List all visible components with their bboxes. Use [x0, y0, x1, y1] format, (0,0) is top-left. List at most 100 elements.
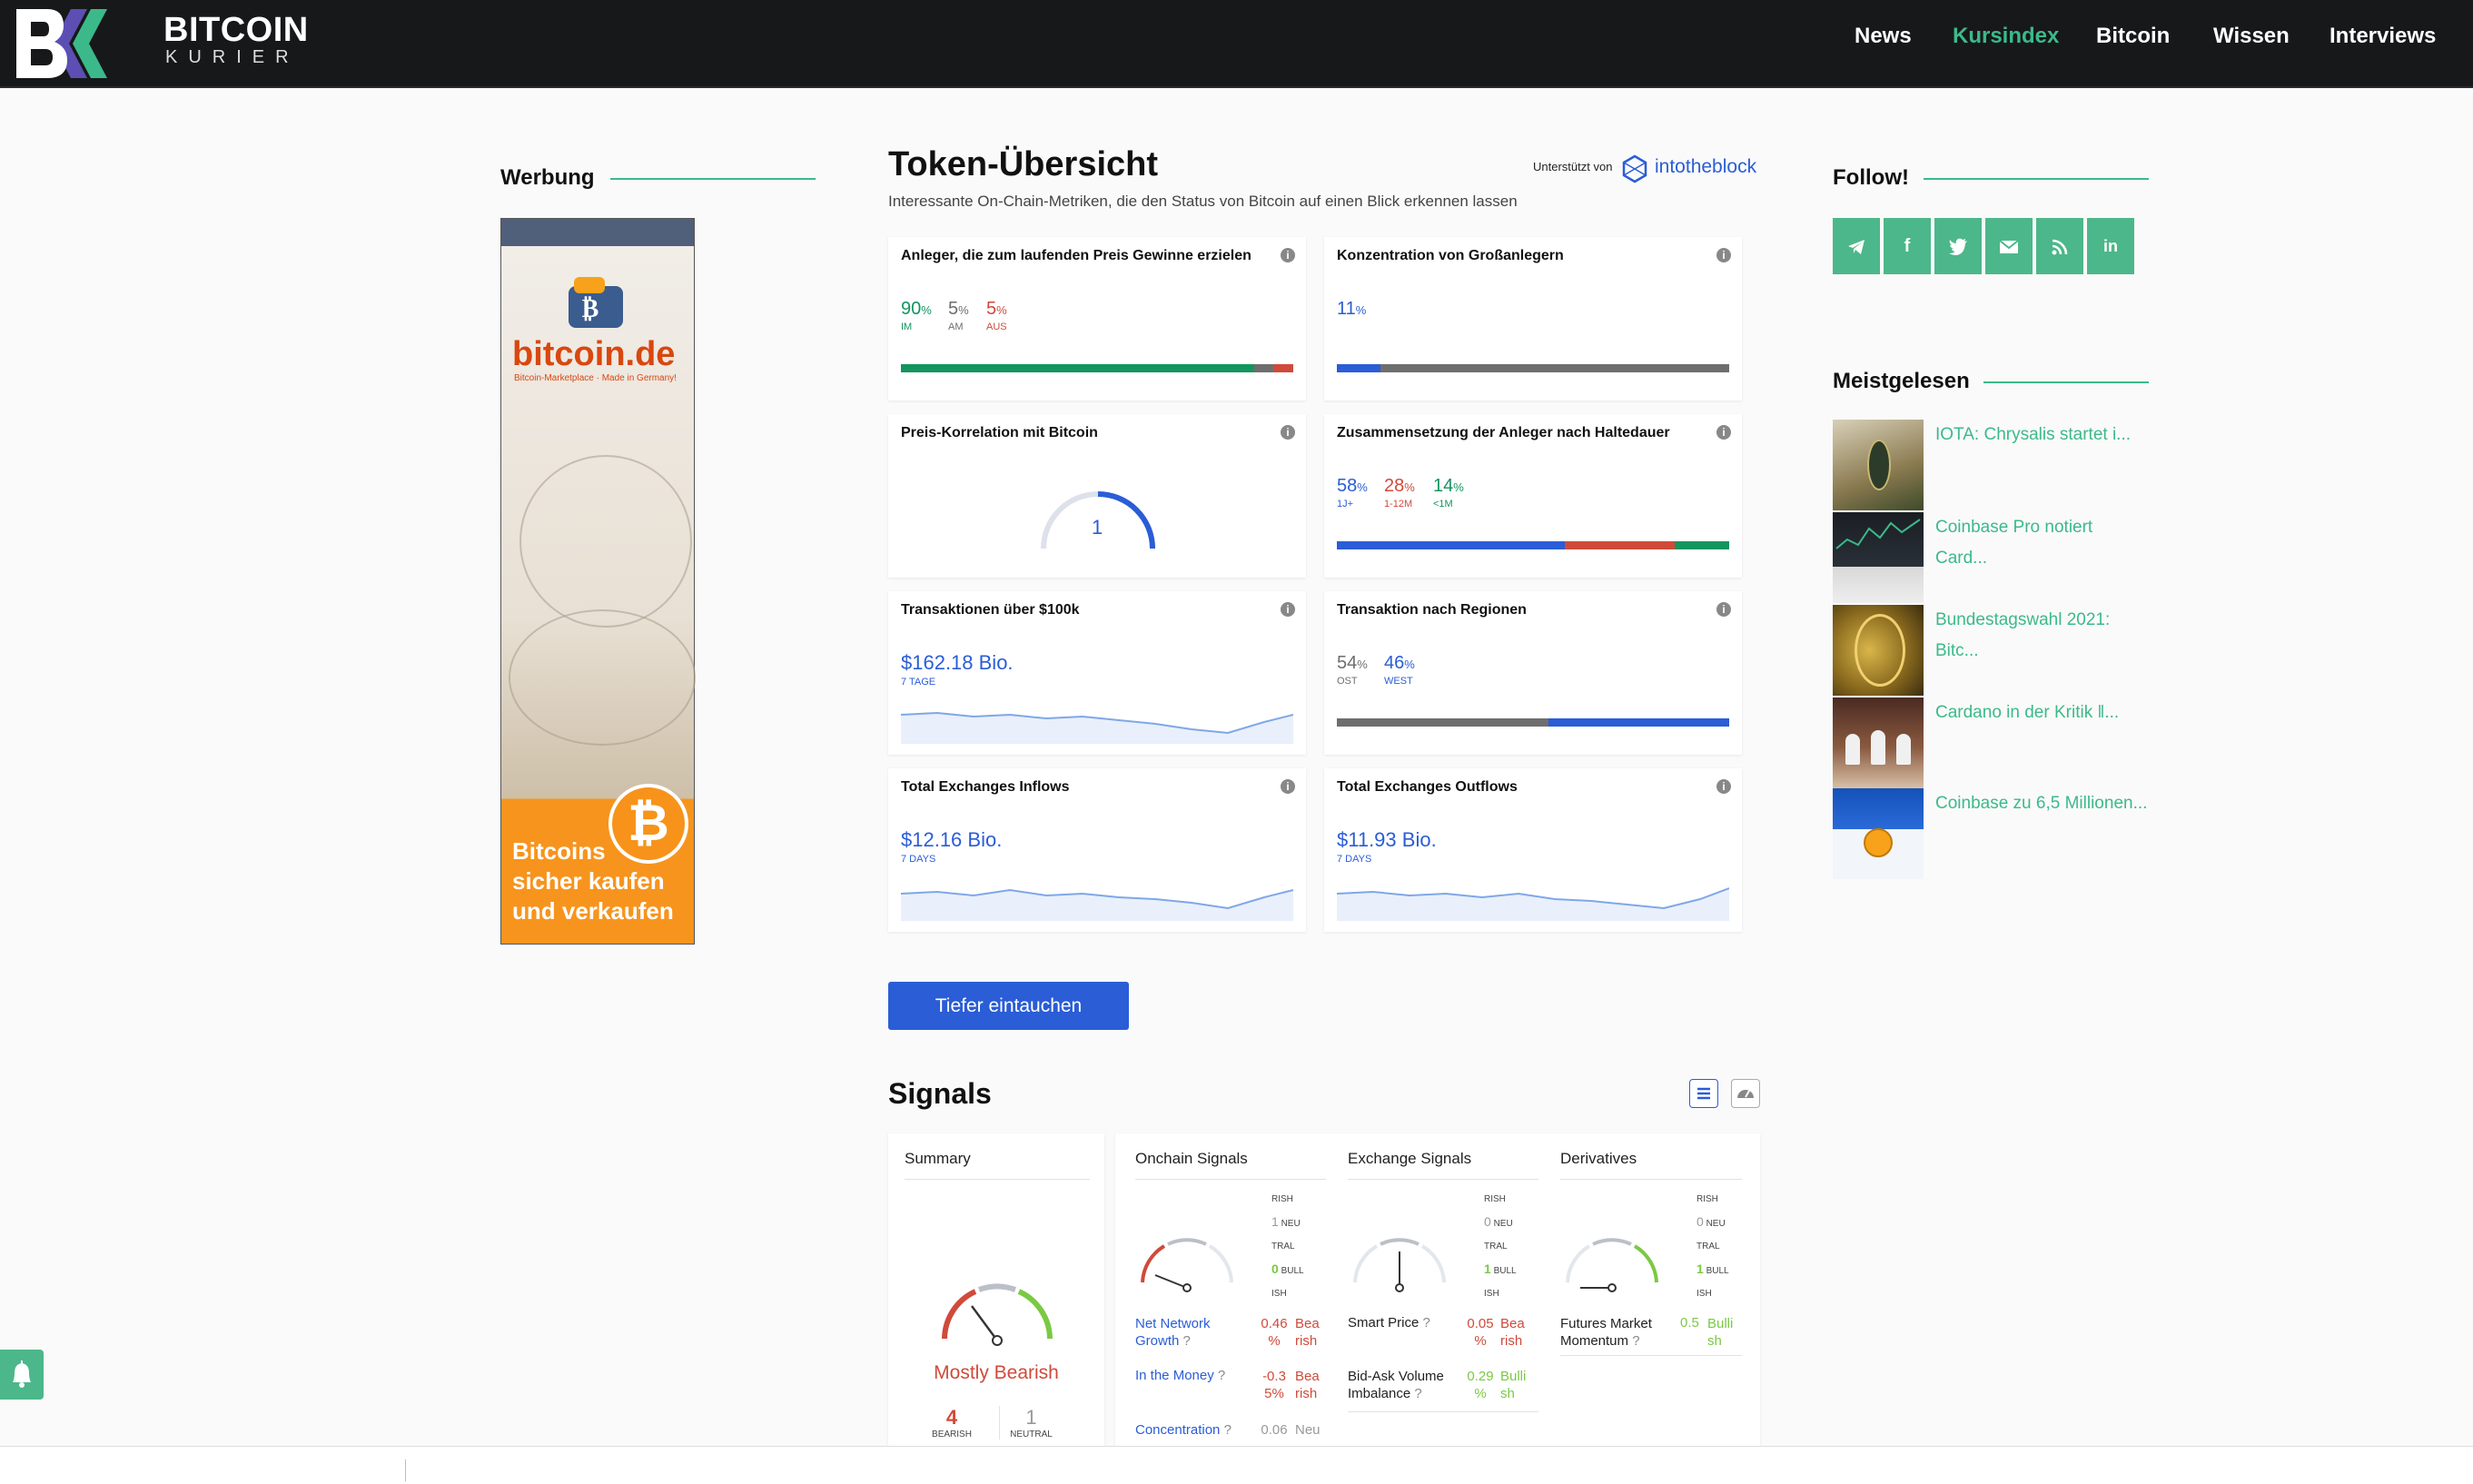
- facebook-icon: f: [1904, 236, 1911, 256]
- smart-price-signal: Bea rish: [1500, 1316, 1525, 1349]
- net-network-growth-signal: Bea rish: [1295, 1316, 1320, 1349]
- info-icon[interactable]: i: [1716, 779, 1731, 794]
- most-read-item[interactable]: Coinbase Pro notiert Card...: [1935, 512, 2153, 574]
- summary-gauge: [942, 1283, 1053, 1346]
- divider: [1348, 1411, 1538, 1412]
- info-icon[interactable]: i: [1281, 602, 1295, 617]
- chrysalis-graphic: [1867, 440, 1891, 490]
- most-read-item[interactable]: Cardano in der Kritik ‖...: [1935, 697, 2153, 728]
- divider: [905, 1179, 1090, 1180]
- stat-east: 54% OST: [1337, 653, 1368, 687]
- whales-bar: [1337, 364, 1729, 372]
- most-read-thumbnail[interactable]: [1833, 697, 1924, 788]
- ad-heading: Werbung: [500, 165, 595, 190]
- stat-west: 46% WEST: [1384, 653, 1415, 687]
- facebook-button[interactable]: f: [1884, 218, 1931, 274]
- bell-icon: [13, 1360, 31, 1388]
- partner-name[interactable]: intotheblock: [1655, 156, 1756, 178]
- most-read-thumbnail[interactable]: [1833, 420, 1924, 510]
- card-title: Preis-Korrelation mit Bitcoin: [901, 425, 1098, 440]
- info-icon[interactable]: i: [1281, 248, 1295, 262]
- ad-banner[interactable]: ₿ bitcoin.de Bitcoin-Marketplace · Made …: [500, 218, 696, 945]
- futures-momentum-signal: Bulli sh: [1707, 1316, 1734, 1349]
- notification-bell-button[interactable]: [0, 1350, 44, 1400]
- nav-bitcoin[interactable]: Bitcoin: [2096, 24, 2170, 49]
- signal-concentration[interactable]: Concentration ?: [1135, 1422, 1232, 1438]
- twitter-button[interactable]: [1934, 218, 1982, 274]
- info-icon[interactable]: i: [1281, 779, 1295, 794]
- follow-heading: Follow!: [1833, 165, 1909, 190]
- outflows-value: $11.93 Bio.: [1337, 828, 1437, 851]
- coin-graphic: [509, 609, 696, 746]
- nav-wissen[interactable]: Wissen: [2213, 24, 2290, 49]
- large-tx-value: $162.18 Bio.: [901, 651, 1014, 674]
- divider: [405, 1459, 406, 1481]
- most-read-thumbnail[interactable]: [1833, 512, 1924, 603]
- concentration-signal: Neu: [1295, 1422, 1321, 1438]
- card-title: Total Exchanges Inflows: [901, 779, 1070, 795]
- wallet-icon: ₿: [569, 277, 623, 328]
- telegram-icon: [1848, 239, 1865, 254]
- bitcoin-kurier-logo[interactable]: [16, 5, 143, 82]
- most-read-thumbnail[interactable]: [1833, 788, 1924, 879]
- mail-button[interactable]: [1985, 218, 2033, 274]
- signals-title: Signals: [888, 1077, 992, 1110]
- card-title: Transaktionen über $100k: [901, 602, 1080, 618]
- rss-icon: [2052, 239, 2068, 255]
- most-read-item[interactable]: IOTA: Chrysalis startet i...: [1935, 420, 2153, 450]
- outflows-period: 7 DAYS: [1337, 854, 1372, 865]
- coin-graphic: [519, 455, 692, 628]
- gauge-view-button[interactable]: [1731, 1079, 1760, 1108]
- correlation-value: 1: [1092, 516, 1103, 539]
- card-regions: Transaktion nach Regionen i 54% OST 46% WE…: [1324, 591, 1742, 755]
- most-read-thumbnail[interactable]: [1833, 605, 1924, 696]
- info-icon[interactable]: i: [1281, 425, 1295, 440]
- signals-summary-panel: Summary Mostly Bearish 4 BEARISH 1 NEUTR…: [888, 1133, 1104, 1446]
- telegram-button[interactable]: [1833, 218, 1880, 274]
- nav-kursindex[interactable]: Kursindex: [1953, 24, 2059, 49]
- bid-ask-signal: Bulli sh: [1500, 1369, 1527, 1401]
- dive-deeper-button[interactable]: Tiefer eintauchen: [888, 982, 1129, 1030]
- card-gains: Anleger, die zum laufenden Preis Gewinne…: [888, 237, 1306, 401]
- rss-button[interactable]: [2036, 218, 2083, 274]
- card-whales: Konzentration von Großanlegern i 11%: [1324, 237, 1742, 401]
- info-icon[interactable]: i: [1716, 425, 1731, 440]
- stat-whale-concentration: 11%: [1337, 299, 1367, 319]
- summary-verdict: Mostly Bearish: [934, 1362, 1059, 1383]
- card-inflows: Total Exchanges Inflows i $12.16 Bio. 7 …: [888, 768, 1306, 932]
- stat-cruisers: 28% 1-12M: [1384, 476, 1415, 510]
- divider: [1348, 1179, 1538, 1180]
- top-header: BITCOIN KURIER News Kursindex Bitcoin Wi…: [0, 0, 2473, 88]
- signal-net-network-growth[interactable]: Net Network Growth ?: [1135, 1315, 1211, 1350]
- signal-futures-momentum[interactable]: Futures Market Momentum ?: [1560, 1315, 1652, 1350]
- onchain-heading: Onchain Signals: [1135, 1150, 1248, 1167]
- signal-bid-ask-imbalance[interactable]: Bid-Ask Volume Imbalance ?: [1348, 1368, 1444, 1402]
- card-title: Anleger, die zum laufenden Preis Gewinne…: [901, 248, 1251, 263]
- stat-traders: 14% <1M: [1433, 476, 1464, 510]
- large-tx-sparkline: [901, 711, 1293, 744]
- most-read-heading-line: [1983, 381, 2149, 383]
- linkedin-icon: in: [2103, 237, 2118, 255]
- most-read-item[interactable]: Coinbase zu 6,5 Millionen...: [1935, 788, 2153, 819]
- info-icon[interactable]: i: [1716, 248, 1731, 262]
- nav-interviews[interactable]: Interviews: [2330, 24, 2436, 49]
- bearish-count: 4 BEARISH: [932, 1406, 972, 1439]
- list-view-button[interactable]: [1689, 1079, 1718, 1108]
- card-large-transactions: Transaktionen über $100k i $162.18 Bio. …: [888, 591, 1306, 755]
- card-title: Zusammensetzung der Anleger nach Halteda…: [1337, 425, 1670, 440]
- signal-in-the-money[interactable]: In the Money ?: [1135, 1368, 1225, 1383]
- ad-brand: bitcoin.de: [512, 335, 676, 373]
- exchange-heading: Exchange Signals: [1348, 1150, 1472, 1167]
- nav-news[interactable]: News: [1855, 24, 1912, 49]
- stat-at-money: 5% AM: [948, 299, 969, 332]
- chart-graphic: [1835, 519, 1921, 549]
- linkedin-button[interactable]: in: [2087, 218, 2134, 274]
- info-icon[interactable]: i: [1716, 602, 1731, 617]
- regions-bar: [1337, 718, 1729, 727]
- most-read-item[interactable]: Bundestagswahl 2021: Bitc...: [1935, 605, 2153, 667]
- ad-top-strip: [501, 219, 694, 246]
- card-title: Konzentration von Großanlegern: [1337, 248, 1564, 263]
- signal-smart-price[interactable]: Smart Price ?: [1348, 1315, 1430, 1331]
- derivatives-heading: Derivatives: [1560, 1150, 1637, 1167]
- stat-out-money: 5% AUS: [986, 299, 1007, 332]
